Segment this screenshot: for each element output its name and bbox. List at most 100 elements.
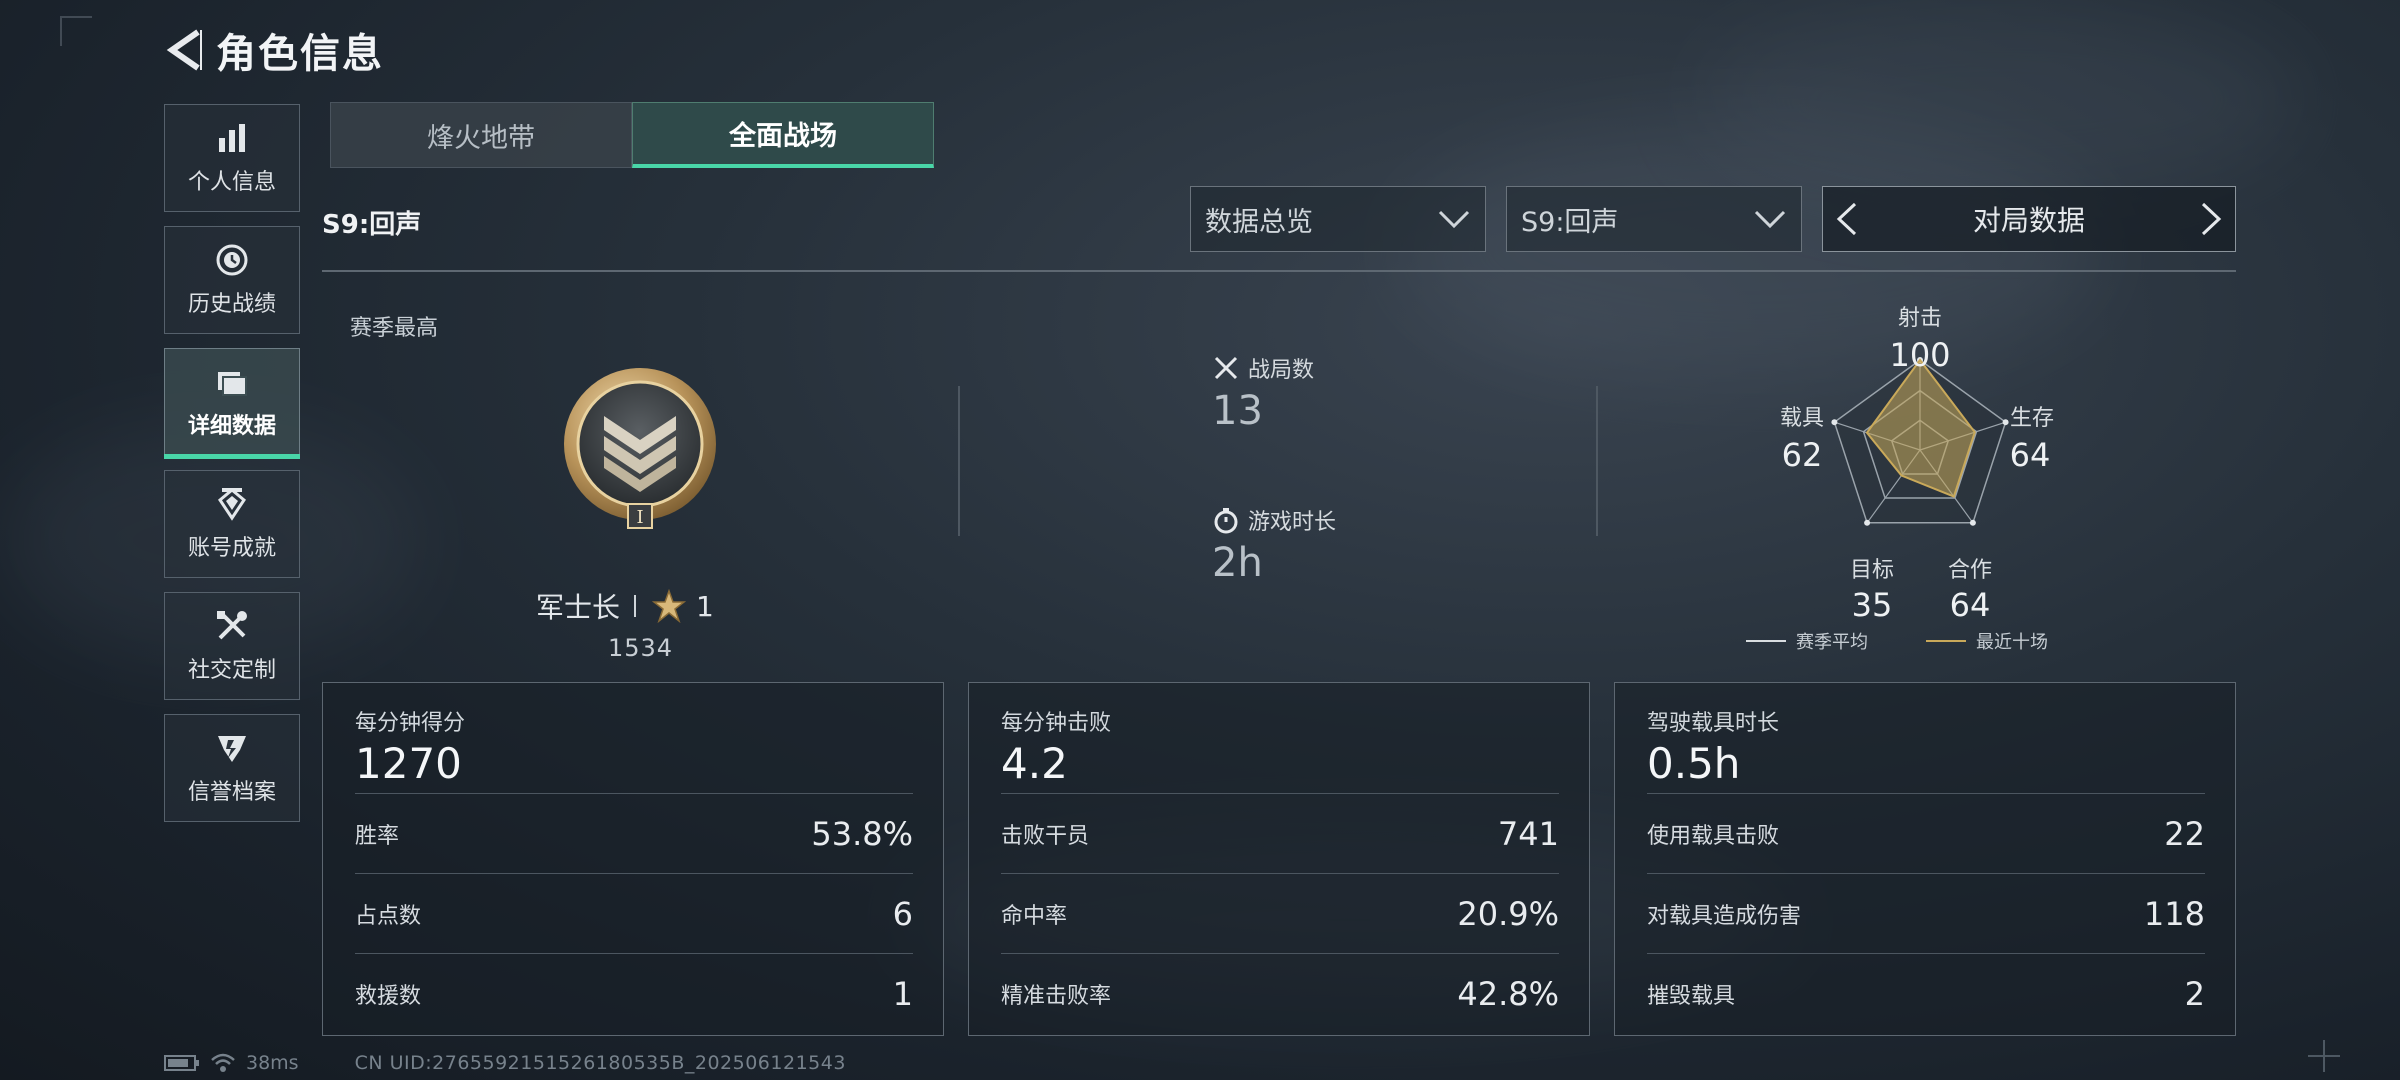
radar-axis-dot [1831,419,1838,426]
view-dropdown[interactable]: 数据总览 [1190,186,1486,252]
row-label: 命中率 [1001,903,1068,929]
vehicle-card: 驾驶载具时长 0.5h 使用载具击败 22 对载具造成伤害 118 摧毁载具 2 [1614,682,2236,1036]
wifi-icon [211,1053,235,1072]
sidebar: 个人信息 历史战绩 详细数据 账号成就 社交定制 信誉档案 [164,104,300,836]
card-main-value: 0.5h [1647,739,1741,788]
row-label: 救援数 [355,983,422,1009]
legend-label: 赛季平均 [1796,632,1868,653]
card-main-value: 1270 [355,739,462,788]
row-label: 使用载具击败 [1647,823,1780,849]
back-arrow-icon[interactable] [162,26,202,74]
legend-label: 最近十场 [1976,632,2048,653]
row-value: 741 [1497,814,1559,853]
rank-badge-numeral: I [636,507,643,528]
star-icon [652,589,687,623]
row-value: 6 [892,894,913,933]
rank-line: 军士长 1 [536,586,714,626]
card-row: 摧毁载具 2 [1647,953,2205,1033]
card-row: 精准击败率 42.8% [1001,953,1559,1033]
stopwatch-icon [1214,508,1238,534]
clock-icon [216,244,248,276]
radar-value-shooting: 100 [1889,336,1951,374]
matches-value: 13 [1212,388,1263,434]
crosshair-icon [2308,1040,2340,1072]
row-value: 53.8% [811,814,913,853]
legend-season-average: 赛季平均 [1746,628,1868,654]
season-best-label: 赛季最高 [350,316,439,341]
legend-recent-ten: 最近十场 [1926,628,2048,654]
card-row: 命中率 20.9% [1001,873,1559,953]
sidebar-item-label: 详细数据 [187,414,276,439]
row-label: 精准击败率 [1001,983,1112,1009]
legend-line [1926,640,1966,642]
sidebar-item-label: 账号成就 [187,536,276,561]
radar-label-vehicle: 载具 [1779,406,1824,431]
season-dropdown-value: S9:回声 [1521,206,1619,238]
separator [634,595,637,617]
divider [322,270,2236,272]
folder-icon [218,372,247,396]
radar-axis-dot [1864,519,1871,526]
chevron-down-icon [1438,210,1470,229]
rank-stars: 1 [696,589,714,623]
sidebar-item-achievements[interactable]: 账号成就 [164,470,300,578]
pager-label: 对局数据 [1972,204,2085,237]
sidebar-item-detailed-data[interactable]: 详细数据 [164,348,300,459]
chevron-left-icon[interactable] [1833,201,1861,237]
chevron-right-icon[interactable] [2197,201,2225,237]
legend-line [1746,640,1786,642]
radar-value-survival: 64 [2009,436,2051,474]
crossed-swords-icon [1214,356,1238,380]
row-value: 118 [2143,894,2205,933]
matches-stat: 战局数 13 [1212,352,1314,434]
row-label: 占点数 [355,903,422,929]
chevron-down-icon [1754,210,1786,229]
season-dropdown[interactable]: S9:回声 [1506,186,1802,252]
mode-tabs: 烽火地带 全面战场 [330,102,934,168]
card-row: 胜率 53.8% [355,793,913,873]
row-label: 摧毁载具 [1647,983,1736,1009]
playtime-label: 游戏时长 [1248,510,1337,535]
sidebar-item-social[interactable]: 社交定制 [164,592,300,700]
season-title: S9:回声 [322,210,422,240]
rank-score: 1534 [608,634,674,662]
radar-axis-dot [1969,519,1976,526]
card-row: 使用载具击败 22 [1647,793,2205,873]
card-row: 救援数 1 [355,953,913,1033]
card-title: 每分钟得分 [355,711,466,736]
playtime-value: 2h [1212,540,1263,586]
kills-card: 每分钟击败 4.2 击败干员 741 命中率 20.9% 精准击败率 42.8% [968,682,1590,1036]
card-row: 占点数 6 [355,873,913,953]
row-label: 胜率 [355,823,400,849]
card-row: 对载具造成伤害 118 [1647,873,2205,953]
view-dropdown-value: 数据总览 [1205,206,1313,238]
card-title: 驾驶载具时长 [1647,711,1780,736]
tools-icon [217,611,247,640]
sidebar-item-personal-info[interactable]: 个人信息 [164,104,300,212]
status-bar: 38ms CN UID:2765592151526180535B_2025061… [164,1052,846,1074]
corner-mark [60,16,92,46]
tab-all-out-battlefield[interactable]: 全面战场 [632,102,934,168]
bar-chart-icon [219,124,245,152]
row-value: 22 [2164,814,2205,853]
row-value: 42.8% [1457,974,1559,1013]
user-uid: CN UID:2765592151526180535B_202506121543 [354,1052,846,1074]
radar-label-cooperation: 合作 [1947,558,1992,583]
tab-warzone[interactable]: 烽火地带 [330,102,632,168]
battery-icon [164,1055,199,1071]
sidebar-item-label: 社交定制 [187,658,276,683]
page-title: 角色信息 [216,31,384,77]
rank-name: 军士长 [536,591,621,624]
ping-value: 38ms [246,1052,299,1074]
sidebar-item-history[interactable]: 历史战绩 [164,226,300,334]
rank-badge-icon: I [564,368,716,529]
radar-value-vehicle: 62 [1781,436,1823,474]
radar-label-objective: 目标 [1849,558,1894,583]
sidebar-item-reputation[interactable]: 信誉档案 [164,714,300,822]
sidebar-item-label: 历史战绩 [187,292,276,317]
divider-vertical [958,386,960,536]
radar-label-survival: 生存 [2009,406,2054,431]
row-value: 20.9% [1457,894,1559,933]
radar-value-cooperation: 64 [1949,586,1991,624]
score-card: 每分钟得分 1270 胜率 53.8% 占点数 6 救援数 1 [322,682,944,1036]
